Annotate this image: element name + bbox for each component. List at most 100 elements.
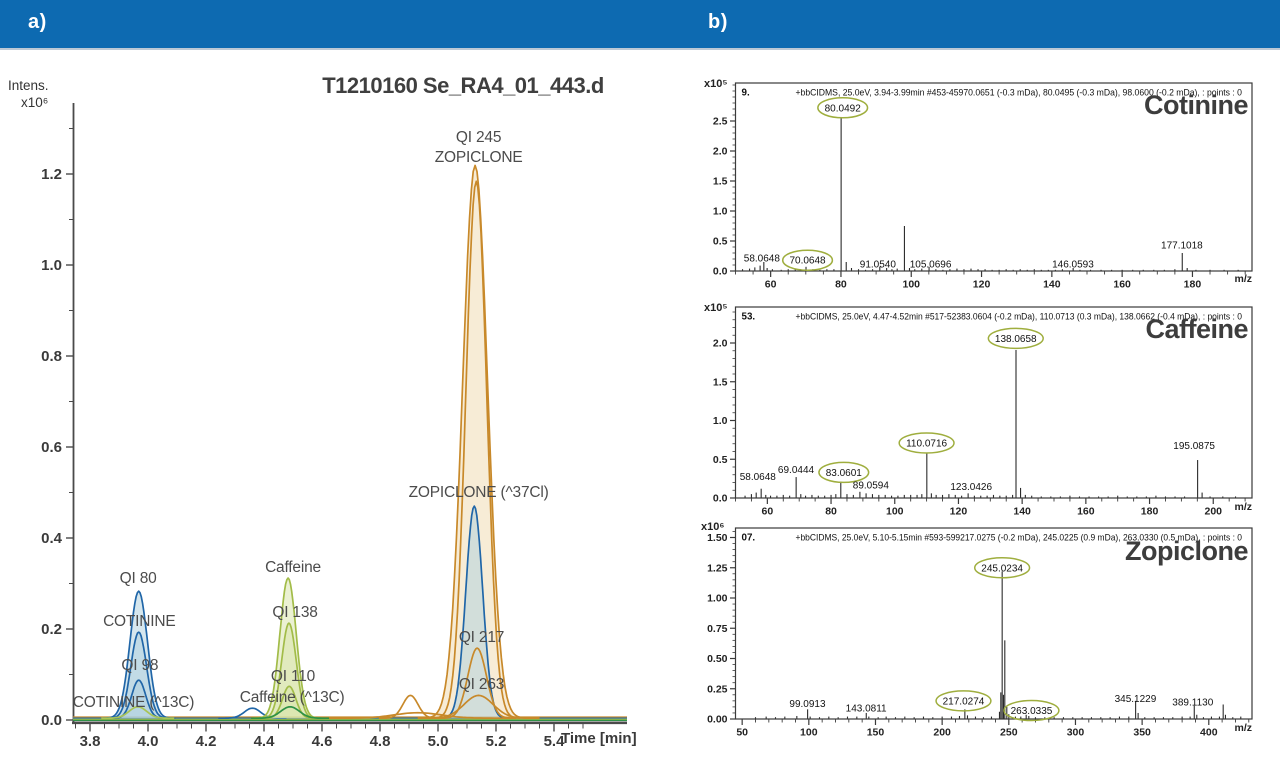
ms-label-58.0648: 58.0648 [744, 253, 781, 264]
y-tick-label: 2.5 [713, 116, 728, 128]
ms-label-217.0274: 217.0274 [943, 696, 985, 707]
ms-label-389.1130: 389.1130 [1172, 698, 1213, 709]
spectrum2-x-caption: m/z [1212, 501, 1252, 513]
ms-label-70.0648: 70.0648 [789, 256, 826, 267]
x-tick-label: 200 [933, 727, 951, 739]
ms-label-91.0540: 91.0540 [860, 259, 897, 270]
x-tick-label: 100 [886, 506, 904, 518]
chromatogram-panel: 0.00.20.40.60.81.01.23.84.04.24.44.64.85… [41, 103, 627, 750]
ms-label-263.0335: 263.0335 [1011, 706, 1053, 717]
y-tick-label: 0.2 [41, 621, 62, 638]
x-tick-label: 50 [736, 727, 748, 739]
chrom-label-Caffeine: Caffeine [265, 559, 321, 576]
y-axis-scale: x10⁶ [21, 95, 48, 110]
y-tick-label: 0.6 [41, 439, 62, 456]
y-tick-label: 1.00 [707, 593, 728, 605]
x-tick-label: 250 [1000, 727, 1018, 739]
x-tick-label: 4.8 [370, 733, 391, 750]
chrom-label-QI-245: QI 245 [456, 129, 501, 146]
x-tick-label: 80 [825, 506, 837, 518]
spectrum1-x-caption: m/z [1212, 273, 1252, 285]
spectrum-index-label: 9. [742, 88, 750, 99]
x-tick-label: 4.6 [312, 733, 333, 750]
y-tick-label: 0.75 [707, 623, 728, 635]
x-tick-label: 120 [973, 279, 991, 291]
chrom-label-COTININE: COTININE [103, 613, 175, 630]
y-tick-label: 0.25 [707, 683, 728, 695]
y-tick-label: 1.0 [713, 206, 728, 218]
x-tick-label: 160 [1113, 279, 1131, 291]
y-tick-label: 1.25 [707, 562, 728, 574]
x-tick-label: 100 [902, 279, 920, 291]
ms-label-123.0426: 123.0426 [950, 482, 992, 493]
ms-label-83.0601: 83.0601 [826, 468, 863, 479]
x-tick-label: 4.4 [254, 733, 276, 750]
ms-label-80.0492: 80.0492 [825, 103, 862, 114]
y-tick-label: 0.00 [707, 714, 728, 726]
x-tick-label: 60 [762, 506, 774, 518]
ms-label-146.0593: 146.0593 [1052, 259, 1094, 270]
x-tick-label: 60 [765, 279, 777, 291]
y-tick-label: 1.5 [713, 376, 728, 388]
x-tick-label: 150 [867, 727, 885, 739]
x-tick-label: 300 [1067, 727, 1085, 739]
x-tick-label: 160 [1077, 506, 1095, 518]
spectrum2-y-scale: x10⁵ [704, 302, 728, 314]
y-tick-label: 1.0 [713, 415, 728, 427]
header-bar: a) b) [0, 0, 1280, 50]
peak-prepeak-4.9 [379, 695, 442, 718]
chrom-label-QI-110: QI 110 [271, 668, 316, 685]
chrom-label-QI-80: QI 80 [120, 570, 157, 587]
y-tick-label: 0.4 [41, 530, 63, 547]
y-tick-label: 2.0 [713, 338, 728, 350]
panel-a-label: a) [28, 11, 47, 34]
y-tick-label: 0.8 [41, 348, 62, 365]
x-tick-label: 4.2 [196, 733, 217, 750]
spectrum3-y-scale: x10⁶ [701, 521, 724, 533]
x-tick-label: 80 [835, 279, 847, 291]
x-tick-label: 140 [1013, 506, 1031, 518]
x-tick-label: 180 [1141, 506, 1159, 518]
y-tick-label: 0.5 [713, 236, 728, 248]
y-tick-label: 0.50 [707, 653, 728, 665]
x-tick-label: 140 [1043, 279, 1061, 291]
spectrum-index-label: 07. [742, 533, 756, 544]
ms-label-58.0648: 58.0648 [740, 472, 777, 483]
ms-label-110.0716: 110.0716 [906, 438, 947, 449]
y-tick-label: 2.0 [713, 146, 728, 158]
y-tick-label: 0.5 [713, 454, 728, 466]
y-tick-label: 1.5 [713, 176, 728, 188]
spectrum-index-label: 53. [742, 312, 756, 323]
chrom-label-QI-217: QI 217 [459, 629, 504, 646]
chrom-label-QI-263: QI 263 [459, 676, 504, 693]
x-tick-label: 350 [1133, 727, 1151, 739]
chrom-label-Caffeine-13C-: Caffeine (^13C) [240, 689, 345, 706]
x-tick-label: 5.0 [428, 733, 449, 750]
x-tick-label: 4.0 [138, 733, 159, 750]
x-tick-label: 180 [1184, 279, 1202, 291]
ms-label-99.0913: 99.0913 [789, 699, 826, 710]
ms-label-345.1229: 345.1229 [1115, 694, 1157, 705]
ms-label-195.0875: 195.0875 [1173, 441, 1215, 452]
chrom-label-QI-98: QI 98 [121, 657, 158, 674]
spectrum-title-caffeine: Caffeine [950, 314, 1248, 345]
y-tick-label: 1.2 [41, 166, 62, 183]
y-tick-label: 0.0 [713, 266, 728, 278]
chrom-label-COTININE-13C-: COTININE (^13C) [73, 694, 194, 711]
x-axis-caption: Time [min] [561, 730, 637, 747]
x-tick-label: 120 [950, 506, 968, 518]
y-tick-label: 1.50 [707, 532, 728, 544]
ms-label-177.1018: 177.1018 [1161, 241, 1203, 252]
chrom-label-QI-138: QI 138 [272, 604, 317, 621]
y-axis-caption: Intens. [8, 78, 49, 93]
spectrum3-x-caption: m/z [1212, 722, 1252, 734]
ms-label-105.0696: 105.0696 [910, 259, 952, 270]
chrom-label-ZOPICLONE-37Cl-: ZOPICLONE (^37Cl) [409, 484, 549, 501]
ms-label-69.0444: 69.0444 [778, 465, 815, 476]
y-tick-label: 0.0 [41, 712, 62, 729]
chrom-label-ZOPICLONE: ZOPICLONE [435, 149, 523, 166]
panel-b-label: b) [708, 11, 728, 34]
y-tick-label: 0.0 [713, 493, 728, 505]
x-tick-label: 100 [800, 727, 818, 739]
spectrum-title-cotinine: Cotinine [950, 90, 1248, 121]
